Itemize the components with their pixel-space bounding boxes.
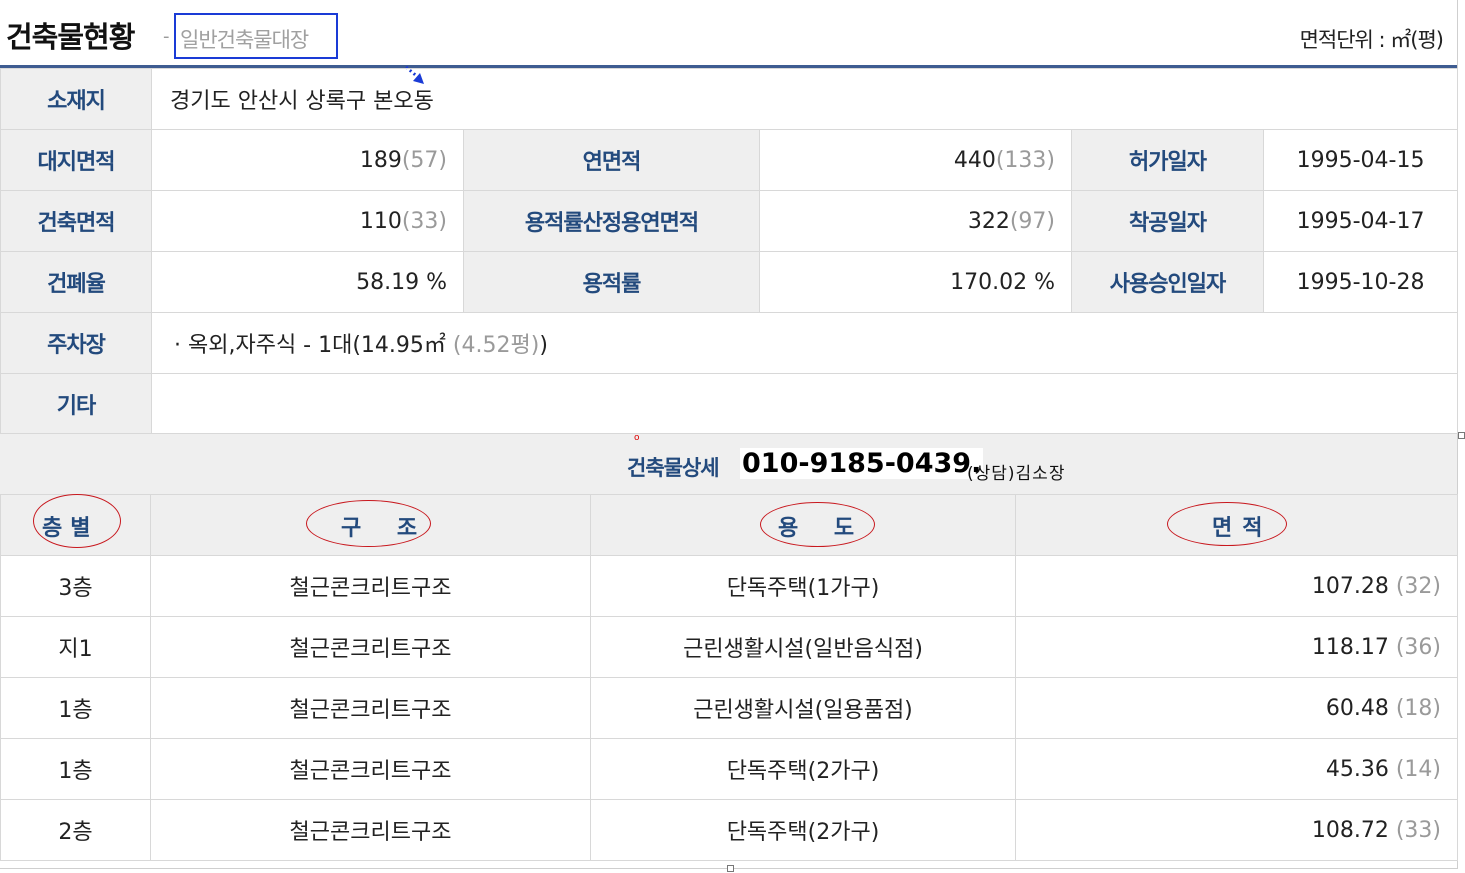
structure-cell: 철근콘크리트구조 — [150, 738, 591, 800]
use-cell: 단독주택(2가구) — [590, 799, 1016, 861]
consult-note: (상담)김소장 — [967, 464, 1066, 484]
start-date-label: 착공일자 — [1071, 190, 1264, 252]
floor-cell: 1층 — [0, 677, 151, 739]
summary-table: 소재지 경기도 안산시 상록구 본오동 대지면적 189(57) 연면적 440… — [0, 68, 1459, 434]
permit-date-label: 허가일자 — [1071, 129, 1264, 191]
total-area-label: 연면적 — [463, 129, 760, 191]
floor-cell: 지1 — [0, 616, 151, 678]
resize-handle[interactable] — [727, 865, 734, 872]
area-unit-label: 면적단위 : ㎡(평) — [1299, 28, 1444, 52]
annotation-ellipse — [306, 500, 431, 547]
table-row: 건폐율 58.19 % 용적률 170.02 % 사용승인일자 1995-10-… — [0, 251, 1459, 313]
detail-label: 건축물상세 — [627, 456, 720, 480]
page-title: 건축물현황 — [6, 20, 135, 54]
table-row: 1층 철근콘크리트구조 단독주택(2가구) 45.36 (14) — [0, 738, 1458, 800]
bcr-value: 58.19 % — [151, 251, 464, 313]
area-cell: 118.17 (36) — [1015, 616, 1458, 678]
resize-handle[interactable] — [1458, 432, 1465, 439]
approval-date-label: 사용승인일자 — [1071, 251, 1264, 313]
area-cell: 107.28 (32) — [1015, 555, 1458, 617]
total-area-value: 440(133) — [759, 129, 1072, 191]
area-cell: 60.48 (18) — [1015, 677, 1458, 739]
site-area-label: 대지면적 — [0, 129, 152, 191]
annotation-ellipse — [760, 502, 875, 547]
use-cell: 근린생활시설(일반음식점) — [590, 616, 1016, 678]
table-row: 2층 철근콘크리트구조 단독주택(2가구) 108.72 (33) — [0, 799, 1458, 861]
table-row: 건축면적 110(33) 용적률산정용연면적 322(97) 착공일자 1995… — [0, 190, 1459, 252]
location-label: 소재지 — [0, 68, 152, 130]
location-value: 경기도 안산시 상록구 본오동 — [150, 68, 1459, 130]
far-value: 170.02 % — [759, 251, 1072, 313]
parking-value: · 옥외,자주식 - 1대(14.95㎡ (4.52평)) — [150, 312, 1459, 374]
start-date-value: 1995-04-17 — [1262, 190, 1459, 252]
structure-cell: 철근콘크리트구조 — [150, 555, 591, 617]
area-cell: 108.72 (33) — [1015, 799, 1458, 861]
site-area-value: 189(57) — [151, 129, 464, 191]
page-subtitle: 일반건축물대장 — [180, 28, 309, 52]
floor-cell: 2층 — [0, 799, 151, 861]
table-row: 주차장 · 옥외,자주식 - 1대(14.95㎡ (4.52평)) — [0, 312, 1459, 374]
table-row: 소재지 경기도 안산시 상록구 본오동 — [0, 68, 1459, 130]
use-cell: 단독주택(1가구) — [590, 555, 1016, 617]
floor-cell: 3층 — [0, 555, 151, 617]
approval-date-value: 1995-10-28 — [1262, 251, 1459, 313]
permit-date-value: 1995-04-15 — [1262, 129, 1459, 191]
parking-label: 주차장 — [0, 312, 152, 374]
floor-rows: 3층 철근콘크리트구조 단독주택(1가구) 107.28 (32) 지1 철근콘크리트구조… — [0, 555, 1458, 861]
page-header: 건축물현황 - 일반건축물대장 면적단위 : ㎡(평) — [0, 0, 1457, 66]
far-area-value: 322(97) — [759, 190, 1072, 252]
phone-number: 010-9185-0439. — [740, 448, 984, 479]
area-cell: 45.36 (14) — [1015, 738, 1458, 800]
building-area-value: 110(33) — [151, 190, 464, 252]
far-area-label: 용적률산정용연면적 — [463, 190, 760, 252]
use-cell: 단독주택(2가구) — [590, 738, 1016, 800]
etc-value — [150, 373, 1459, 434]
floor-cell: 1층 — [0, 738, 151, 800]
bcr-label: 건폐율 — [0, 251, 152, 313]
etc-label: 기타 — [0, 373, 152, 434]
annotation-ellipse — [1167, 502, 1287, 546]
marker-icon: o — [634, 433, 640, 443]
structure-cell: 철근콘크리트구조 — [150, 799, 591, 861]
far-label: 용적률 — [463, 251, 760, 313]
table-row: 3층 철근콘크리트구조 단독주택(1가구) 107.28 (32) — [0, 555, 1458, 617]
table-row: 기타 — [0, 373, 1459, 434]
title-separator: - — [163, 26, 170, 47]
structure-cell: 철근콘크리트구조 — [150, 677, 591, 739]
structure-cell: 철근콘크리트구조 — [150, 616, 591, 678]
use-cell: 근린생활시설(일용품점) — [590, 677, 1016, 739]
building-area-label: 건축면적 — [0, 190, 152, 252]
table-row: 대지면적 189(57) 연면적 440(133) 허가일자 1995-04-1… — [0, 129, 1459, 191]
detail-header-bar — [0, 434, 1457, 495]
floor-table: 3층 철근콘크리트구조 단독주택(1가구) 107.28 (32) 지1 철근콘크리트구조… — [0, 494, 1458, 861]
table-row: 지1 철근콘크리트구조 근린생활시설(일반음식점) 118.17 (36) — [0, 616, 1458, 678]
annotation-ellipse — [33, 494, 121, 548]
table-row: 1층 철근콘크리트구조 근린생활시설(일용품점) 60.48 (18) — [0, 677, 1458, 739]
